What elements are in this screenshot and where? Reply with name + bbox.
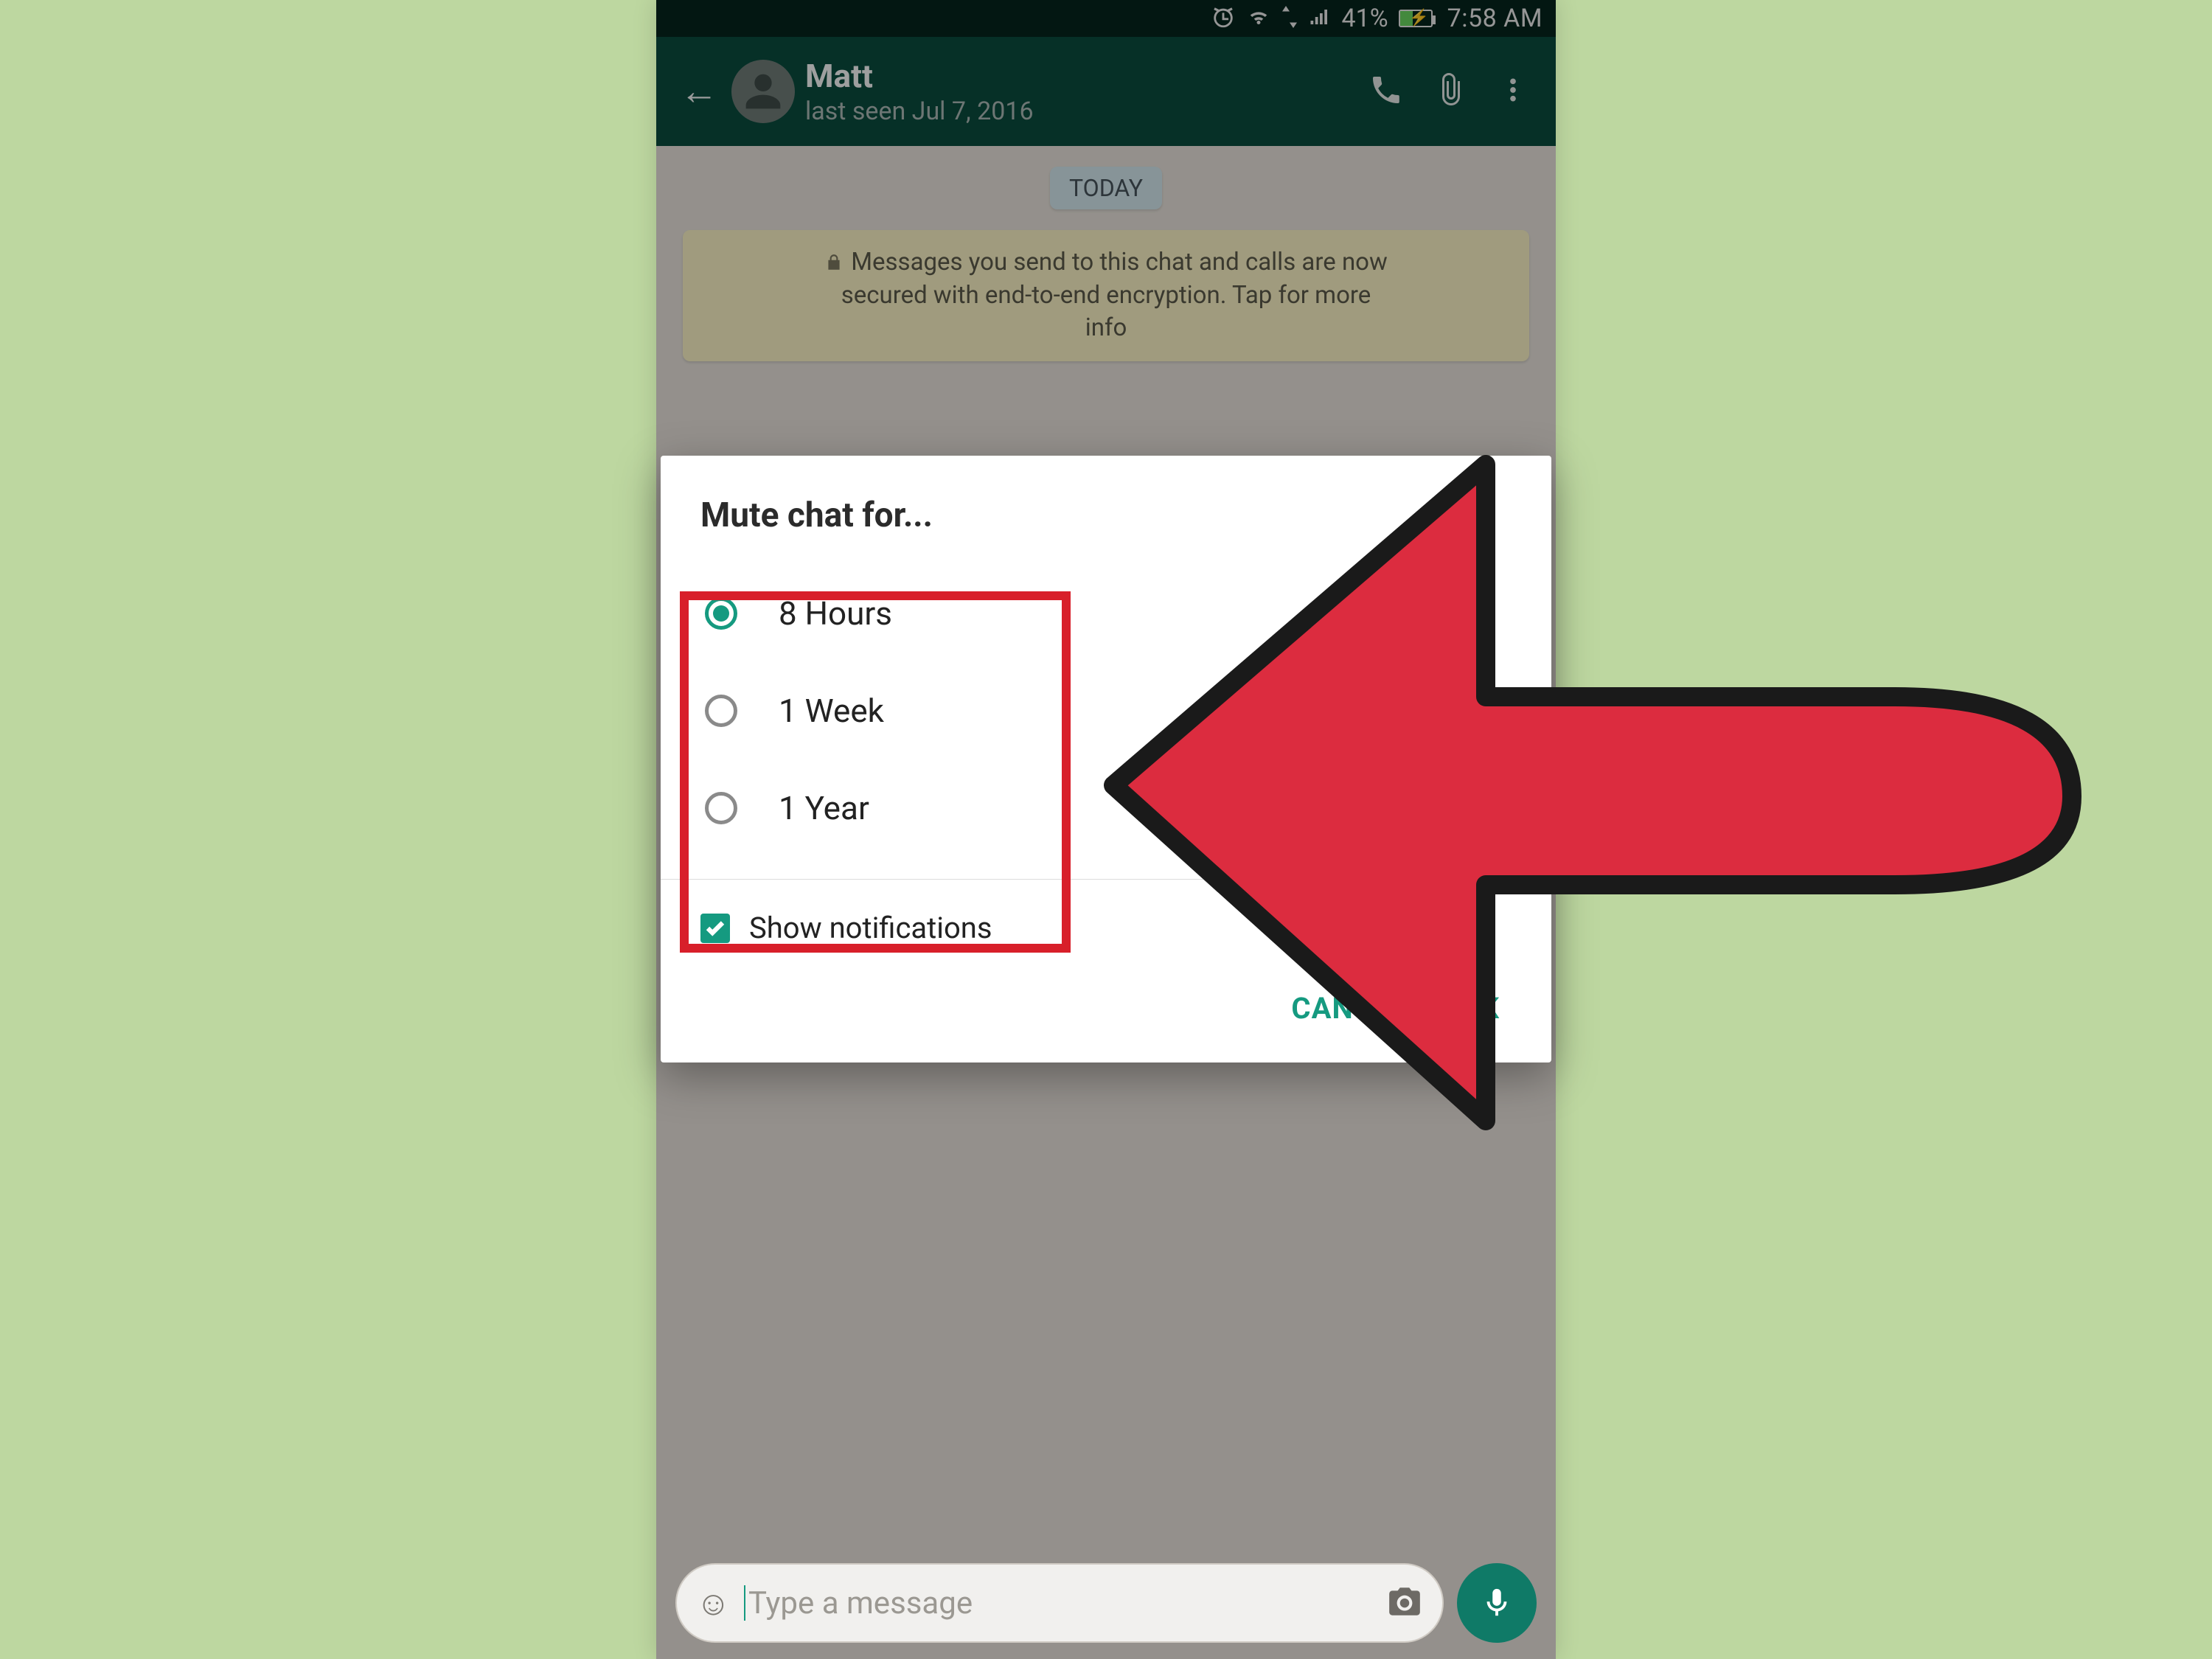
option-label: 8 Hours (779, 594, 892, 633)
radio-selected-icon (705, 597, 737, 630)
show-notifications-label: Show notifications (749, 911, 992, 945)
text-cursor (744, 1585, 745, 1621)
camera-icon[interactable] (1386, 1583, 1423, 1623)
app-bar: ← Matt last seen Jul 7, 2016 (656, 37, 1556, 146)
date-separator: TODAY (1050, 167, 1162, 209)
option-label: 1 Week (779, 692, 884, 730)
emoji-icon[interactable]: ☺ (696, 1583, 731, 1624)
contact-last-seen: last seen Jul 7, 2016 (805, 97, 1351, 126)
message-input[interactable]: ☺ Type a message (675, 1563, 1444, 1643)
radio-unselected-icon (705, 792, 737, 824)
lock-icon (824, 253, 844, 272)
show-notifications-toggle[interactable]: Show notifications (661, 880, 1551, 976)
attachment-button[interactable] (1422, 60, 1481, 122)
encryption-text-line3: info (1085, 312, 1127, 345)
option-1-week[interactable]: 1 Week (675, 662, 1537, 759)
mute-options: 8 Hours 1 Week 1 Year (661, 557, 1551, 879)
contact-avatar[interactable] (731, 60, 795, 123)
clock-time: 7:58 AM (1447, 4, 1543, 33)
alarm-icon (1211, 4, 1236, 32)
dialog-buttons: CANCEL OK (661, 976, 1551, 1062)
cancel-button[interactable]: CANCEL (1291, 991, 1408, 1026)
option-label: 1 Year (779, 789, 869, 827)
status-bar: 41% ⚡ 7:58 AM (656, 0, 1556, 37)
message-placeholder: Type a message (744, 1585, 1373, 1621)
battery-icon: ⚡ (1399, 10, 1433, 27)
option-1-year[interactable]: 1 Year (675, 759, 1537, 857)
encryption-text-line1: Messages you send to this chat and calls… (851, 246, 1388, 279)
call-button[interactable] (1357, 60, 1416, 122)
contact-name: Matt (805, 57, 1351, 95)
radio-unselected-icon (705, 695, 737, 727)
phone-frame: 41% ⚡ 7:58 AM ← Matt last seen Jul 7, 20… (656, 0, 1556, 1659)
message-composer: ☺ Type a message (656, 1547, 1556, 1659)
encryption-banner[interactable]: Messages you send to this chat and calls… (683, 230, 1529, 361)
voice-message-button[interactable] (1457, 1563, 1537, 1643)
signal-icon (1308, 6, 1332, 31)
checkbox-checked-icon (700, 914, 730, 943)
option-8-hours[interactable]: 8 Hours (675, 565, 1537, 662)
battery-percentage: 41% (1342, 4, 1388, 33)
back-button[interactable]: ← (672, 65, 726, 118)
wifi-icon (1246, 6, 1271, 31)
ok-button[interactable]: OK (1459, 991, 1500, 1026)
contact-title-block[interactable]: Matt last seen Jul 7, 2016 (805, 57, 1351, 126)
dialog-title: Mute chat for... (661, 456, 1551, 557)
data-arrows-icon (1281, 6, 1298, 31)
mute-dialog: Mute chat for... 8 Hours 1 Week 1 Year S… (661, 456, 1551, 1062)
more-options-button[interactable] (1486, 60, 1540, 122)
encryption-text-line2: secured with end-to-end encryption. Tap … (841, 279, 1371, 313)
